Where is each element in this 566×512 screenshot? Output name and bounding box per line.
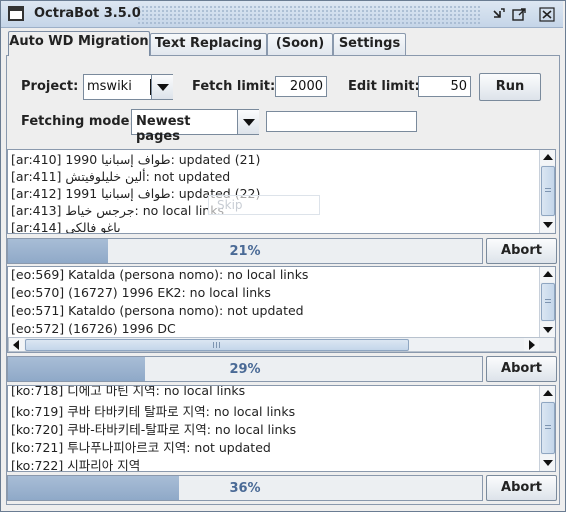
log-line: [ar:410] طواف إسبانيا 1990: updated (21) bbox=[11, 152, 261, 167]
scroll-down-icon[interactable] bbox=[540, 217, 555, 232]
scroll-up-icon[interactable] bbox=[540, 386, 555, 401]
log-line: [ko:719] 쿠바 타바키테 탈파로 지역: no local links bbox=[11, 404, 296, 419]
log-line: [ar:414] ياغو فالكي bbox=[11, 220, 121, 234]
scroll-up-icon[interactable] bbox=[540, 267, 555, 282]
scrollbar-thumb[interactable] bbox=[541, 283, 555, 321]
scrollbar-thumb[interactable] bbox=[25, 339, 409, 351]
log-line: [ko:722] 시파리아 지역 bbox=[11, 458, 141, 472]
progress-bar-1: 21% bbox=[7, 238, 483, 264]
log-area-3[interactable]: [ko:718] 디에고 마틴 지역: no local links [ko:7… bbox=[7, 385, 556, 472]
scrollbar-thumb[interactable] bbox=[541, 166, 555, 216]
abort-button[interactable]: Abort bbox=[486, 356, 557, 382]
tab-auto-wd-migration[interactable]: Auto WD Migration bbox=[8, 31, 150, 56]
tab-settings[interactable]: Settings bbox=[333, 33, 406, 55]
edit-limit-label: Edit limit: bbox=[348, 79, 420, 94]
log-line: [eo:570] (16727) 1996 EK2: no local link… bbox=[11, 285, 271, 300]
log-line: [eo:569] Katalda (persona nomo): no loca… bbox=[11, 267, 309, 282]
chevron-down-icon[interactable] bbox=[151, 75, 173, 99]
iconify-icon[interactable] bbox=[491, 7, 507, 22]
progress-label: 21% bbox=[229, 244, 261, 259]
log-line: [ko:721] 투나푸나피아르코 지역: not updated bbox=[11, 440, 271, 455]
project-value[interactable]: mswiki bbox=[87, 79, 149, 95]
abort-button[interactable]: Abort bbox=[486, 238, 557, 264]
log-line: [eo:572] (16726) 1996 DC bbox=[11, 321, 176, 336]
vertical-scrollbar[interactable] bbox=[539, 150, 555, 233]
scroll-up-icon[interactable] bbox=[540, 150, 555, 165]
scroll-down-icon[interactable] bbox=[540, 455, 555, 470]
tab-soon[interactable]: (Soon) bbox=[267, 33, 333, 55]
log-line: [eo:571] Kataldo (persona nomo): not upd… bbox=[11, 303, 304, 318]
fetching-mode-combo[interactable]: Newest pages bbox=[131, 109, 259, 144]
tab-text-replacing[interactable]: Text Replacing bbox=[150, 33, 267, 55]
scroll-left-icon[interactable] bbox=[9, 338, 24, 351]
edit-limit-field[interactable] bbox=[418, 76, 471, 97]
log-line: [ar:411] ألين خليلوفيتش: not updated bbox=[11, 169, 231, 184]
scrollbar-thumb[interactable] bbox=[541, 402, 555, 454]
project-label: Project: bbox=[21, 79, 79, 94]
abort-button[interactable]: Abort bbox=[486, 475, 557, 501]
log-area-2[interactable]: [eo:569] Katalda (persona nomo): no loca… bbox=[7, 266, 556, 353]
chevron-down-icon[interactable] bbox=[237, 110, 259, 134]
fetching-mode-extra-field[interactable] bbox=[266, 111, 417, 132]
app-window-icon bbox=[8, 6, 24, 21]
maximize-icon[interactable] bbox=[511, 7, 527, 22]
run-button[interactable]: Run bbox=[479, 73, 541, 101]
progress-bar-3: 36% bbox=[7, 475, 483, 501]
progress-label: 36% bbox=[229, 481, 261, 496]
log-area-1[interactable]: [ar:410] طواف إسبانيا 1990: updated (21)… bbox=[7, 149, 556, 234]
log-line: [ko:718] 디에고 마틴 지역: no local links bbox=[11, 385, 246, 398]
progress-bar-2: 29% bbox=[7, 356, 483, 382]
log-line: [ar:413] جرجس خياط: no local links bbox=[11, 203, 224, 218]
scroll-right-icon[interactable] bbox=[524, 338, 539, 351]
project-combo[interactable]: mswiki bbox=[83, 74, 173, 100]
ghost-tooltip: Skip bbox=[208, 195, 320, 215]
fetch-limit-label: Fetch limit: bbox=[192, 79, 276, 94]
window-title: OctraBot 3.5.0 bbox=[34, 6, 141, 21]
scroll-down-icon[interactable] bbox=[540, 322, 555, 337]
horizontal-scrollbar[interactable] bbox=[8, 337, 555, 352]
title-bar-grip bbox=[137, 5, 481, 24]
vertical-scrollbar[interactable] bbox=[539, 386, 555, 471]
fetch-limit-field[interactable] bbox=[275, 76, 327, 97]
progress-label: 29% bbox=[229, 362, 261, 377]
fetching-mode-value[interactable]: Newest pages bbox=[136, 114, 236, 144]
log-line: [ko:720] 쿠바-타바키테-탈파로 지역: no local links bbox=[11, 422, 297, 437]
vertical-scrollbar[interactable] bbox=[539, 267, 555, 337]
close-icon[interactable] bbox=[539, 7, 555, 22]
fetching-mode-label: Fetching mode: bbox=[21, 114, 135, 129]
